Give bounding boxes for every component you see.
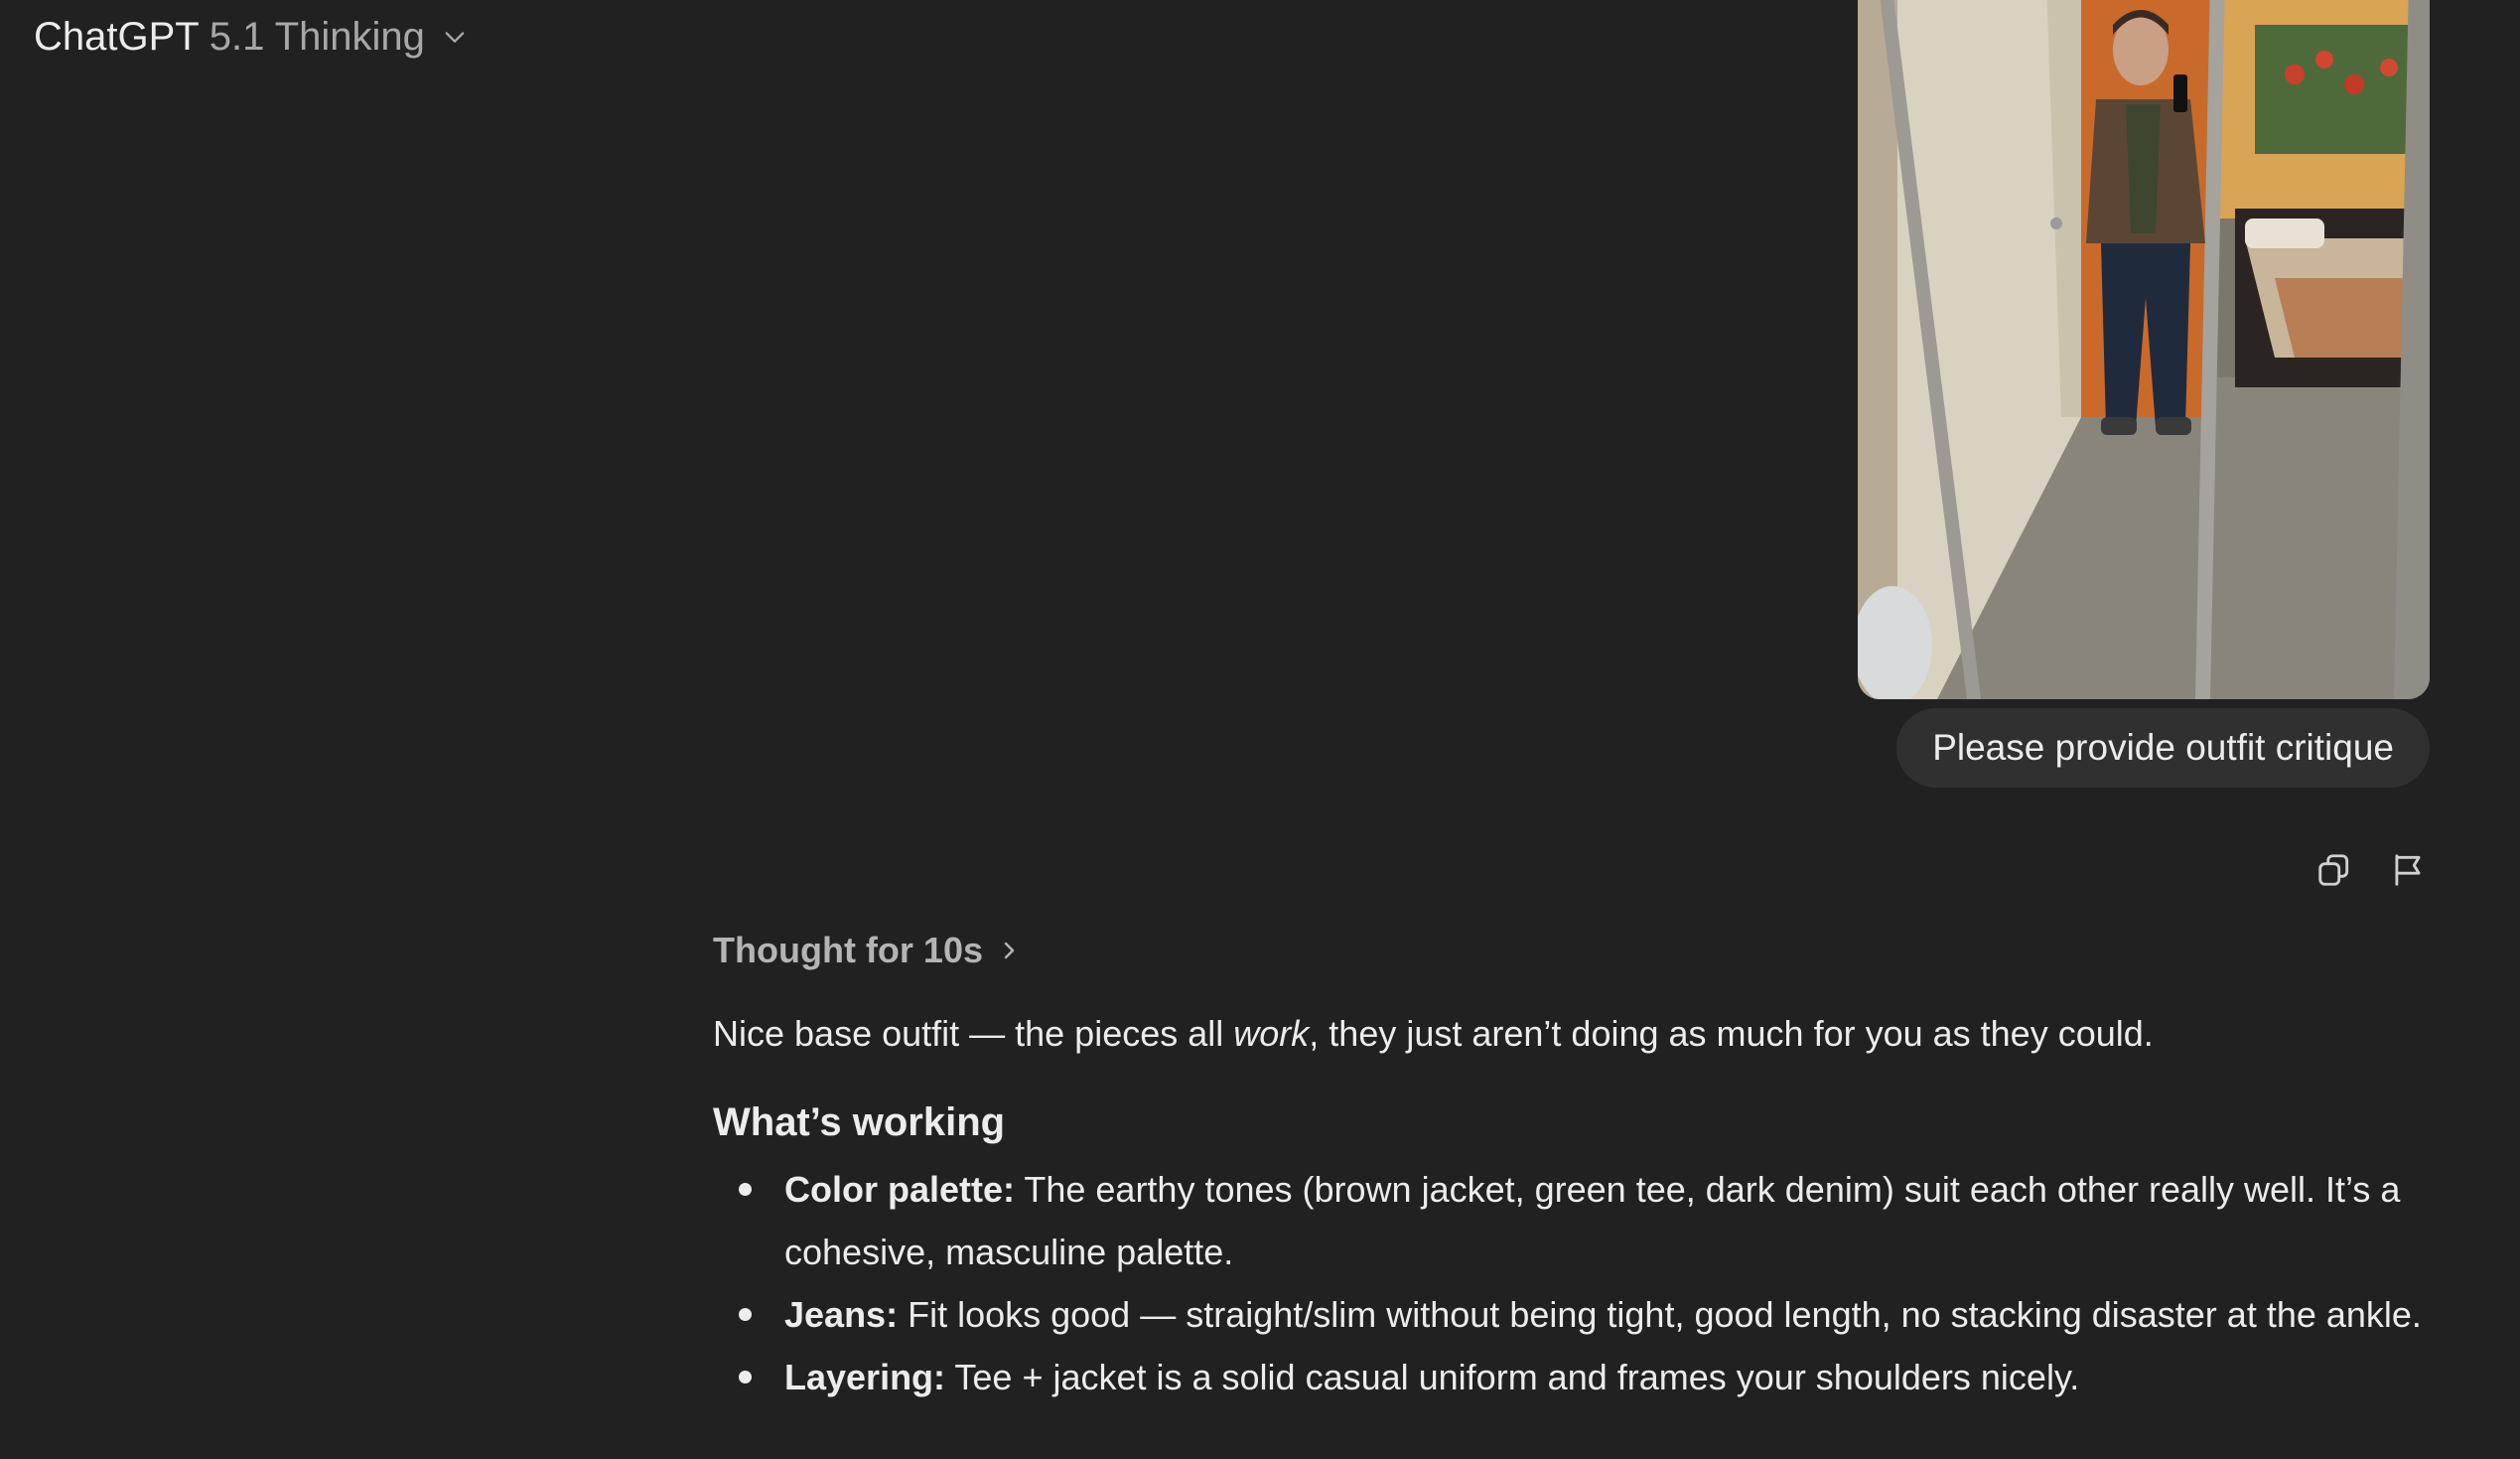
thought-toggle[interactable]: Thought for 10s [713,918,1021,983]
user-message-bubble: Please provide outfit critique [1896,708,2430,788]
bullet-label: Layering: [784,1357,946,1397]
chevron-right-icon [1004,942,1015,959]
bullet-label: Color palette: [784,1169,1016,1210]
bullet-text: The earthy tones (brown jacket, green te… [1015,1169,2401,1210]
intro-before: Nice base outfit — the pieces all [713,1013,1234,1054]
user-message-text: Please provide outfit critique [1932,727,2394,768]
bullet-list: Color palette: The earthy tones (brown j… [713,1158,2441,1408]
flag-button[interactable] [2383,845,2433,895]
bullet-text: Tee + jacket is a solid casual uniform a… [945,1357,2080,1397]
list-item: Jeans: Fit looks good — straight/slim wi… [713,1283,2441,1346]
model-version: 5.1 Thinking [209,14,425,59]
chat-page: ChatGPT 5.1 Thinking Please provide outf… [0,0,2520,1459]
intro-emphasis: work [1233,1013,1310,1054]
list-item: Color palette: The earthy tones (brown j… [713,1158,2441,1283]
bullet-text: Fit looks good — straight/slim without b… [898,1294,2422,1335]
user-message-actions [2310,845,2433,895]
bullet-label: Jeans: [784,1294,899,1335]
thought-label: Thought for 10s [713,930,983,970]
intro-paragraph: Nice base outfit — the pieces all work, … [713,1003,2441,1065]
flag-icon [2395,854,2421,886]
model-selector[interactable]: ChatGPT 5.1 Thinking [30,8,473,66]
mirror-selfie-illustration [1858,0,2430,699]
section-heading: What’s working [713,1100,1006,1144]
list-item: Layering: Tee + jacket is a solid casual… [713,1346,2441,1408]
model-name: ChatGPT [34,14,200,59]
bullet-continuation: cohesive, masculine palette. [784,1232,1234,1272]
intro-after: , they just aren’t doing as much for you… [1309,1013,2154,1054]
bullet-dot [739,1183,752,1196]
chevron-down-icon [445,32,465,43]
bullet-dot [739,1371,752,1384]
copy-icon [2318,854,2349,886]
copy-button[interactable] [2310,845,2359,895]
bullet-dot [739,1308,752,1321]
assistant-message: Thought for 10s Nice base outfit — the p… [713,918,2441,1408]
user-uploaded-image[interactable] [1858,0,2430,699]
